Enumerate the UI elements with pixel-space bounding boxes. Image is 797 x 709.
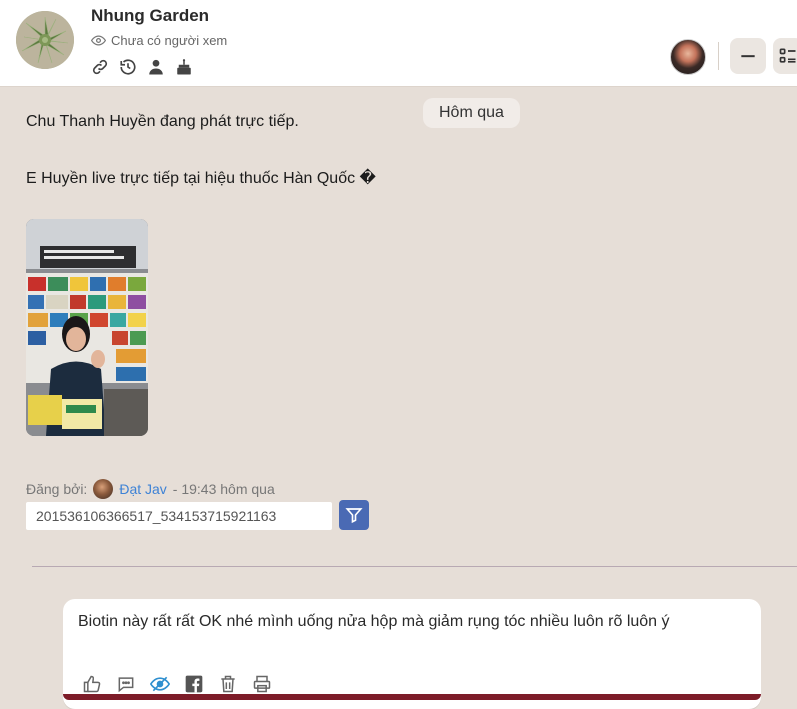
- post-id-field[interactable]: 201536106366517_534153715921163: [26, 502, 332, 530]
- post-text-line-1: Chu Thanh Huyền đang phát trực tiếp.: [26, 113, 299, 130]
- comment-text: Biotin này rất rất OK nhé mình uống nửa …: [78, 613, 670, 630]
- post-time: - 19:43 hôm qua: [172, 481, 275, 497]
- video-thumbnail[interactable]: [26, 219, 148, 436]
- hide-icon[interactable]: [150, 674, 172, 696]
- author-avatar[interactable]: [93, 479, 114, 499]
- page-avatar[interactable]: [16, 11, 74, 69]
- meta-icons: [91, 58, 193, 76]
- user-icon[interactable]: [147, 58, 165, 76]
- post-text-line-2: E Huyền live trực tiếp tại hiệu thuốc Hà…: [26, 170, 376, 187]
- comment-actions: [82, 674, 274, 696]
- minimize-button[interactable]: [730, 38, 766, 74]
- history-icon[interactable]: [119, 58, 137, 76]
- user-avatar[interactable]: [670, 39, 706, 75]
- views-status: Chưa có người xem: [91, 33, 227, 48]
- divider: [32, 566, 797, 567]
- birthday-cake-icon[interactable]: [175, 58, 193, 76]
- posted-by-label: Đăng bởi:: [26, 481, 88, 497]
- views-text: Chưa có người xem: [111, 33, 228, 48]
- author-link[interactable]: Đạt Jav: [119, 481, 166, 497]
- list-menu-button[interactable]: [773, 38, 797, 74]
- facebook-icon[interactable]: [184, 674, 206, 696]
- posted-by: Đăng bởi: Đạt Jav - 19:43 hôm qua: [26, 479, 275, 499]
- minimize-icon: [741, 55, 755, 58]
- eye-icon: [91, 35, 106, 46]
- link-icon[interactable]: [91, 58, 109, 76]
- date-separator: Hôm qua: [423, 98, 520, 128]
- page-title: Nhung Garden: [91, 6, 210, 25]
- comment-bubble: Biotin này rất rất OK nhé mình uống nửa …: [63, 599, 761, 709]
- header-divider: [718, 42, 719, 70]
- like-icon[interactable]: [82, 674, 104, 696]
- reply-icon[interactable]: [116, 674, 138, 696]
- comment-accent-bar: [63, 694, 761, 700]
- print-icon[interactable]: [252, 674, 274, 696]
- filter-button[interactable]: [339, 500, 369, 530]
- page-header: Nhung Garden Chưa có người xem: [0, 0, 797, 87]
- filter-icon: [345, 508, 363, 524]
- delete-icon[interactable]: [218, 674, 240, 696]
- list-icon: [779, 48, 796, 63]
